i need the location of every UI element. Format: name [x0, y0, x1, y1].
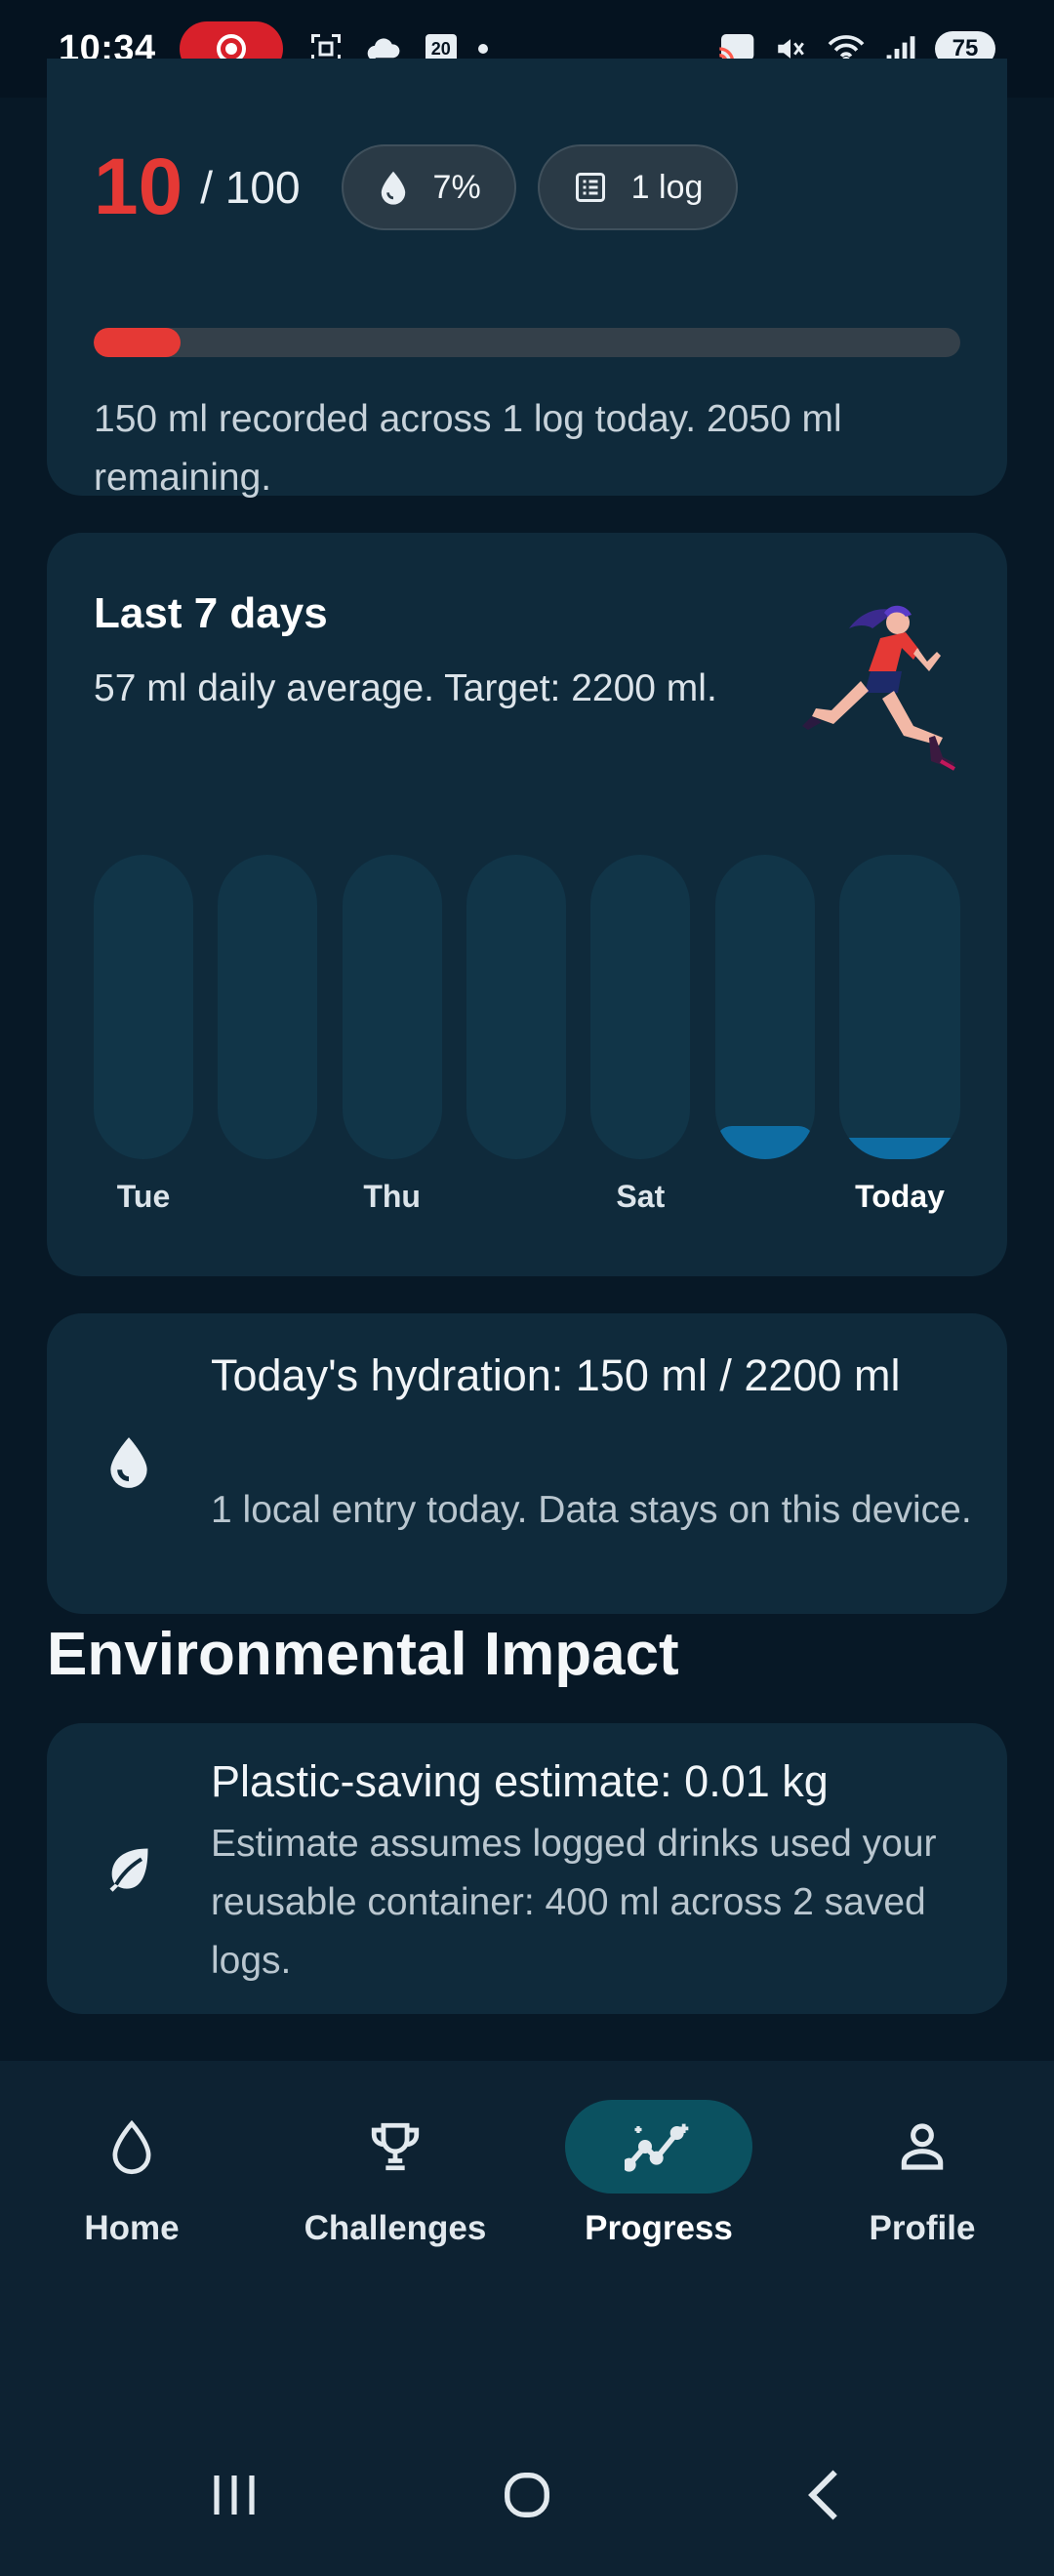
nav-item-progress[interactable]: Progress: [527, 2100, 790, 2295]
day-bar-4: [590, 855, 691, 1159]
runner-illustration: [802, 605, 955, 771]
progress-chart-icon: [625, 2123, 689, 2172]
calendar-day: 20: [430, 38, 451, 59]
nav-label-progress: Progress: [585, 2209, 733, 2247]
hydration-description: 1 local entry today. Data stays on this …: [211, 1489, 972, 1531]
recent-apps-button[interactable]: [176, 2451, 293, 2539]
water-drop-icon: [377, 169, 410, 206]
day-bar-fill-6: [839, 1138, 960, 1159]
score-progress-bar: [94, 328, 960, 357]
nav-item-challenges[interactable]: Challenges: [264, 2100, 527, 2295]
notification-dot-icon: [477, 44, 488, 54]
logs-chip-label: 1 log: [630, 168, 704, 206]
day-bar-0: [94, 855, 193, 1159]
person-icon: [901, 2123, 944, 2170]
nav-profile-pill: [829, 2100, 1016, 2194]
leaf-icon: [101, 1840, 156, 1895]
nav-home-pill: [38, 2100, 225, 2194]
nav-label-profile: Profile: [869, 2209, 976, 2247]
hydration-card[interactable]: Today's hydration: 150 ml / 2200 ml 1 lo…: [47, 1313, 1007, 1614]
nav-label-home: Home: [84, 2209, 180, 2247]
day-label-6: Today: [855, 1179, 945, 1214]
percent-chip-label: 7%: [432, 168, 481, 206]
day-bar-6: [839, 855, 960, 1159]
water-drop-icon: [112, 2119, 151, 2175]
bottom-navigation: Home Challenges Progress Profile: [0, 2061, 1054, 2412]
day-bar-1: [218, 855, 318, 1159]
system-navigation-bar: [0, 2412, 1054, 2576]
day-bar-5: [714, 855, 815, 1159]
recent-apps-icon: [214, 2475, 255, 2515]
score-row: 10 / 100 7% 1 log: [94, 142, 739, 231]
list-icon: [573, 170, 608, 205]
home-button[interactable]: [468, 2451, 586, 2539]
environment-title: Plastic-saving estimate: 0.01 kg: [211, 1756, 829, 1806]
percent-chip[interactable]: 7%: [341, 144, 516, 230]
environment-card[interactable]: Plastic-saving estimate: 0.01 kg Estimat…: [47, 1723, 1007, 2014]
score-total: / 100: [200, 162, 301, 213]
day-bar-2: [342, 855, 442, 1159]
weekly-bar-chart: Tue Thu Sat Today: [94, 855, 960, 1214]
day-bar-fill-5: [714, 1125, 815, 1159]
environment-heading: Environmental Impact: [47, 1621, 679, 1688]
weekly-subtitle: 57 ml daily average. Target: 2200 ml.: [94, 667, 717, 709]
water-drop-icon: [101, 1434, 156, 1489]
nav-challenges-pill: [302, 2100, 489, 2194]
nav-item-home[interactable]: Home: [0, 2100, 264, 2295]
logs-chip[interactable]: 1 log: [537, 144, 739, 230]
nav-item-profile[interactable]: Profile: [790, 2100, 1054, 2295]
environment-description: Estimate assumes logged drinks used your…: [211, 1823, 937, 1982]
score-description: 150 ml recorded across 1 log today. 2050…: [94, 398, 842, 499]
day-label-2: Thu: [363, 1179, 421, 1214]
weekly-title: Last 7 days: [94, 589, 328, 637]
daily-score-card: 10 / 100 7% 1 log 150 ml recorded across…: [47, 59, 1007, 499]
day-bar-3: [466, 855, 566, 1159]
back-button[interactable]: [765, 2451, 882, 2539]
nav-progress-pill: [565, 2100, 752, 2194]
day-label-4: Sat: [616, 1179, 666, 1214]
score-value: 10: [94, 142, 183, 231]
nav-label-challenges: Challenges: [304, 2209, 487, 2247]
home-circle-icon: [505, 2473, 549, 2517]
score-progress-fill: [94, 328, 181, 357]
hydration-title: Today's hydration: 150 ml / 2200 ml: [211, 1350, 901, 1400]
weekly-card: Last 7 days 57 ml daily average. Target:…: [47, 533, 1007, 1276]
trophy-icon: [371, 2122, 420, 2171]
day-label-0: Tue: [116, 1179, 171, 1214]
back-chevron-icon: [808, 2470, 837, 2520]
